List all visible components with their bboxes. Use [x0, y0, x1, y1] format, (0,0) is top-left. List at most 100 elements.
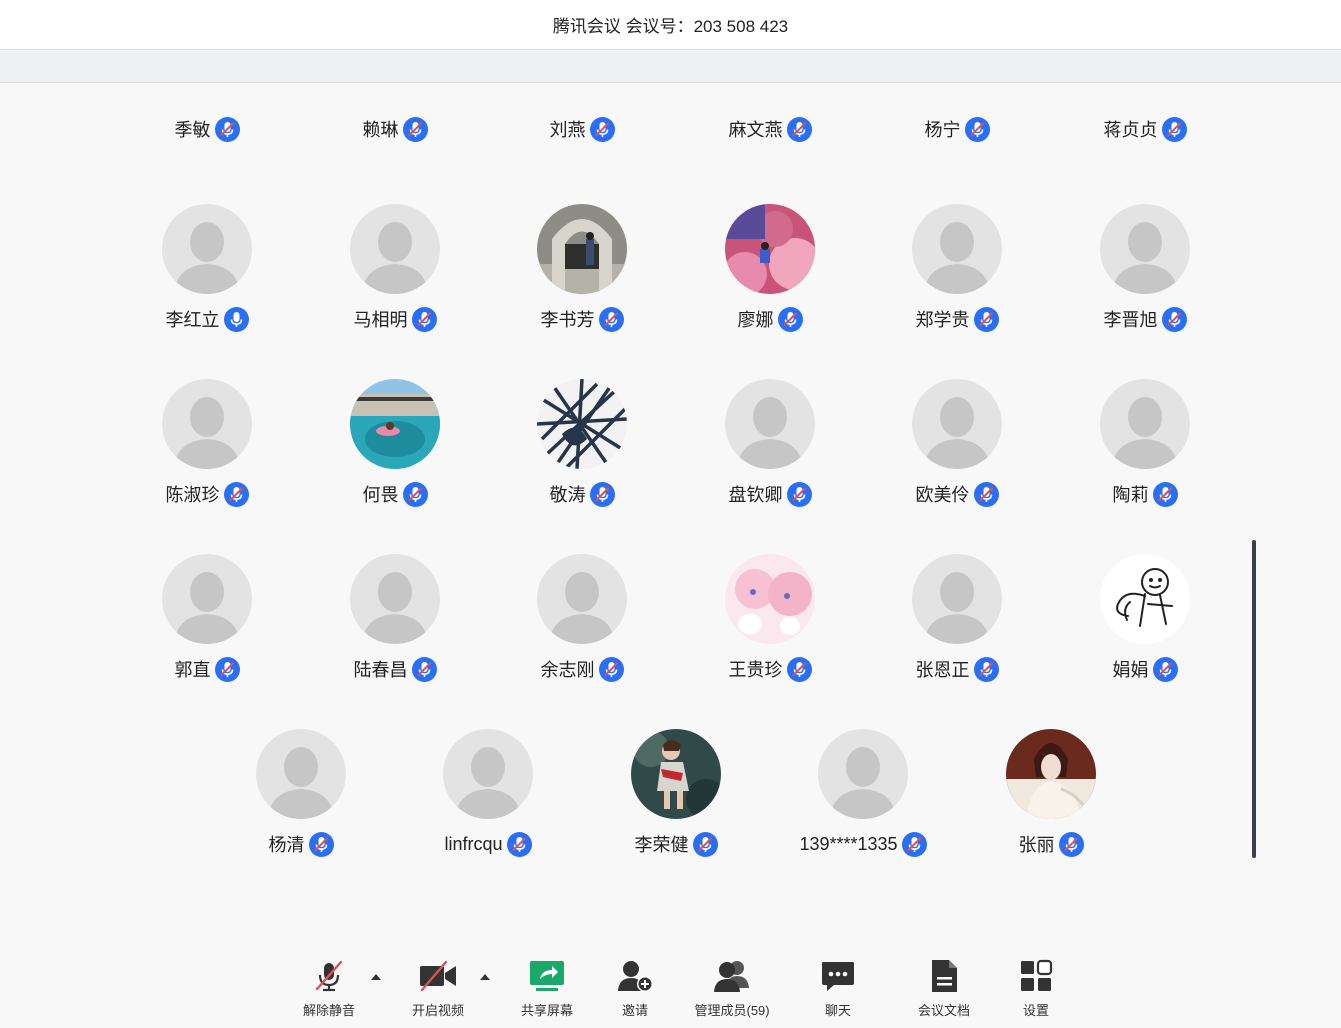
default-avatar-icon [162, 554, 252, 644]
default-avatar-icon [350, 554, 440, 644]
participant-name-row: 娟娟 [1113, 656, 1178, 682]
participant-tile[interactable]: 李晋旭 [1055, 204, 1235, 354]
participant-name: 余志刚 [540, 660, 595, 680]
participant-name: 王贵珍 [728, 660, 783, 680]
camera-off-icon [418, 956, 458, 996]
participant-tile[interactable]: 李书芳 [492, 204, 672, 354]
default-avatar-icon [162, 379, 252, 469]
participant-name: 张丽 [1018, 835, 1055, 855]
participant-name-row: 杨宁 [925, 116, 990, 142]
docs-button[interactable]: 会议文档 [918, 956, 970, 1019]
mic-muted-icon [589, 481, 615, 507]
participant-name: 张恩正 [915, 660, 970, 680]
participant-tile[interactable]: 盘钦卿 [680, 379, 860, 529]
chat-label: 聊天 [824, 1003, 851, 1018]
participant-name-row: 杨清 [269, 831, 334, 857]
meeting-title: 腾讯会议 会议号：203 508 423 [552, 17, 789, 36]
participant-name-row: 敬涛 [550, 481, 615, 507]
video-options-caret-icon[interactable] [478, 970, 492, 984]
participant-name: 李红立 [165, 310, 220, 330]
mic-muted-icon [973, 481, 999, 507]
mic-muted-icon [214, 656, 240, 682]
participant-tile[interactable]: 余志刚 [492, 554, 672, 704]
avatar [537, 379, 627, 469]
participant-tile[interactable]: 刘燕 [492, 116, 672, 156]
participant-tile[interactable]: 蒋贞贞 [1055, 116, 1235, 156]
avatar [1100, 554, 1190, 644]
settings-label: 设置 [1022, 1003, 1049, 1018]
default-avatar-icon [912, 204, 1002, 294]
gallery-scrollbar[interactable] [1252, 540, 1256, 858]
avatar [725, 204, 815, 294]
participant-name-row: 麻文燕 [729, 116, 812, 142]
participant-name-row: 李荣健 [635, 831, 718, 857]
participant-tile[interactable]: 廖娜 [680, 204, 860, 354]
meeting-toolbar: 解除静音 开启视频 共享屏幕 邀请 管理成员(59) 聊天 会议文档 设置 [0, 930, 1341, 1028]
participant-tile[interactable]: 娟娟 [1055, 554, 1235, 704]
participant-tile[interactable]: 季敏 [117, 116, 297, 156]
participant-name: 欧美伶 [915, 485, 970, 505]
share-button[interactable]: 共享屏幕 [521, 956, 573, 1019]
mic-muted-icon [777, 306, 803, 332]
default-avatar-icon [162, 204, 252, 294]
participant-tile[interactable]: 王贵珍 [680, 554, 860, 704]
mic-muted-icon [973, 656, 999, 682]
participant-name: 李荣健 [634, 835, 689, 855]
document-icon [928, 956, 960, 996]
mic-muted-icon [311, 956, 347, 996]
participant-tile[interactable]: 陈淑珍 [117, 379, 297, 529]
avatar [631, 729, 721, 819]
window-title-bar: 腾讯会议 会议号：203 508 423 [0, 0, 1341, 50]
participant-name: 陶莉 [1112, 485, 1149, 505]
participant-tile[interactable]: linfrcqu [398, 729, 578, 879]
audio-options-caret-icon[interactable] [369, 970, 383, 984]
participant-tile[interactable]: 欧美伶 [867, 379, 1047, 529]
view-options-bar [0, 51, 1341, 83]
video-button[interactable]: 开启视频 [412, 956, 464, 1019]
unmute-button[interactable]: 解除静音 [303, 956, 355, 1019]
participant-name-row: 马相明 [354, 306, 437, 332]
mic-muted-icon [1161, 116, 1187, 142]
mic-muted-icon [901, 831, 927, 857]
participant-name-row: 郑学贵 [916, 306, 999, 332]
participant-tile[interactable]: 敬涛 [492, 379, 672, 529]
participant-tile[interactable]: 陆春昌 [305, 554, 485, 704]
participant-tile[interactable]: 139****1335 [773, 729, 953, 879]
participant-tile[interactable]: 李红立 [117, 204, 297, 354]
participant-name-row: 蒋贞贞 [1104, 116, 1187, 142]
default-avatar-icon [1100, 379, 1190, 469]
default-avatar-icon [443, 729, 533, 819]
invite-button[interactable]: 邀请 [616, 956, 654, 1019]
participant-name-row: 139****1335 [799, 831, 927, 857]
avatar [537, 204, 627, 294]
mic-muted-icon [598, 656, 624, 682]
settings-button[interactable]: 设置 [1018, 956, 1054, 1019]
participant-tile[interactable]: 杨宁 [867, 116, 1047, 156]
participant-name-row: 盘钦卿 [729, 481, 812, 507]
participant-tile[interactable]: 马相明 [305, 204, 485, 354]
mic-muted-icon [223, 481, 249, 507]
default-avatar-icon [256, 729, 346, 819]
participant-tile[interactable]: 郭直 [117, 554, 297, 704]
invite-user-icon [616, 956, 654, 996]
default-avatar-icon [1100, 204, 1190, 294]
members-button[interactable]: 管理成员(59) [695, 956, 770, 1019]
participant-tile[interactable]: 何畏 [305, 379, 485, 529]
participant-name: 蒋贞贞 [1103, 120, 1158, 140]
participant-tile[interactable]: 麻文燕 [680, 116, 860, 156]
participant-name: 季敏 [174, 120, 211, 140]
mic-muted-icon [214, 116, 240, 142]
mic-muted-icon [964, 116, 990, 142]
participant-tile[interactable]: 李荣健 [586, 729, 766, 879]
chat-button[interactable]: 聊天 [820, 956, 856, 1019]
participant-tile[interactable]: 杨清 [211, 729, 391, 879]
default-avatar-icon [818, 729, 908, 819]
participant-name: 杨清 [268, 835, 305, 855]
participant-tile[interactable]: 赖琳 [305, 116, 485, 156]
chat-icon [820, 956, 856, 996]
share-screen-icon [528, 956, 566, 996]
participant-tile[interactable]: 陶莉 [1055, 379, 1235, 529]
participant-tile[interactable]: 郑学贵 [867, 204, 1047, 354]
participant-tile[interactable]: 张恩正 [867, 554, 1047, 704]
participant-tile[interactable]: 张丽 [961, 729, 1141, 879]
